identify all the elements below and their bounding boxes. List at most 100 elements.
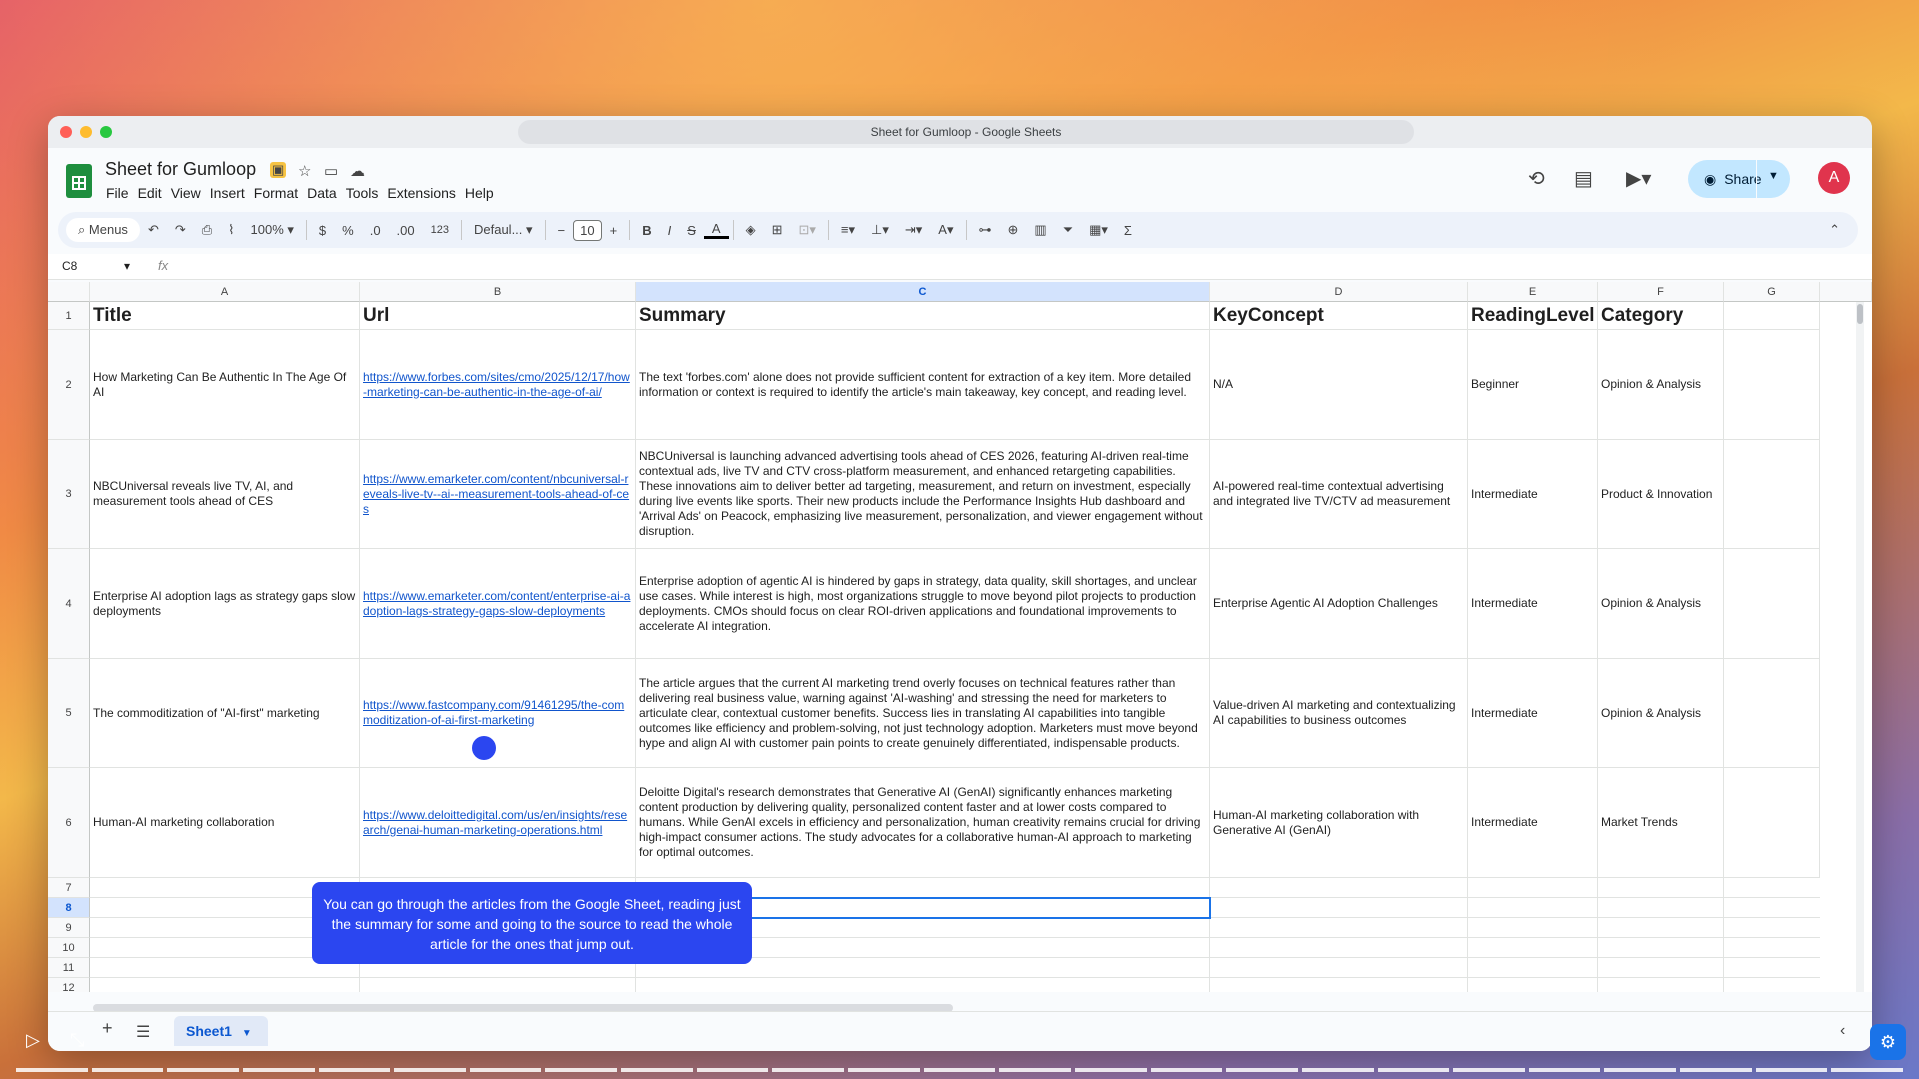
close-window-button[interactable]: [60, 126, 72, 138]
column-header-b[interactable]: B: [360, 282, 636, 302]
cell-readinglevel[interactable]: Beginner: [1468, 330, 1598, 440]
row-header[interactable]: 6: [48, 768, 90, 878]
cell-title[interactable]: NBCUniversal reveals live TV, AI, and me…: [90, 440, 360, 549]
header-cell-url[interactable]: Url: [360, 302, 636, 330]
header-cell-summary[interactable]: Summary: [636, 302, 1210, 330]
column-header-a[interactable]: A: [90, 282, 360, 302]
comments-icon[interactable]: ▤: [1574, 166, 1593, 191]
avatar[interactable]: A: [1818, 162, 1850, 194]
maximize-window-button[interactable]: [100, 126, 112, 138]
header-cell-keyconcept[interactable]: KeyConcept: [1210, 302, 1468, 330]
all-sheets-icon[interactable]: ☰: [136, 1022, 150, 1042]
cell[interactable]: [1724, 549, 1820, 659]
font-select[interactable]: Defaul... ▾: [466, 222, 541, 238]
cell-keyconcept[interactable]: N/A: [1210, 330, 1468, 440]
settings-corner-icon[interactable]: ⚙: [1870, 1024, 1906, 1060]
cell-url[interactable]: https://www.deloittedigital.com/us/en/in…: [360, 768, 636, 878]
cell-url[interactable]: https://www.fastcompany.com/91461295/the…: [360, 659, 636, 768]
print-icon[interactable]: ⎙: [194, 222, 220, 238]
url-link[interactable]: https://www.deloittedigital.com/us/en/in…: [363, 808, 632, 838]
cell[interactable]: [1724, 330, 1820, 440]
cell-readinglevel[interactable]: Intermediate: [1468, 768, 1598, 878]
document-title[interactable]: Sheet for Gumloop: [105, 159, 256, 180]
filter-views-icon[interactable]: ▦▾: [1081, 222, 1116, 238]
italic-icon[interactable]: I: [660, 223, 680, 238]
column-header-c[interactable]: C: [636, 282, 1210, 302]
cell-category[interactable]: Opinion & Analysis: [1598, 549, 1724, 659]
cell-readinglevel[interactable]: Intermediate: [1468, 549, 1598, 659]
column-header-f[interactable]: F: [1598, 282, 1724, 302]
functions-icon[interactable]: Σ: [1116, 223, 1140, 238]
insert-chart-icon[interactable]: ▥: [1026, 222, 1054, 238]
cell[interactable]: [1724, 302, 1820, 330]
gumloop-extension-icon[interactable]: ▣: [270, 162, 287, 178]
cell-title[interactable]: How Marketing Can Be Authentic In The Ag…: [90, 330, 360, 440]
row-header[interactable]: 2: [48, 330, 90, 440]
sheets-logo-icon[interactable]: [66, 164, 92, 198]
vertical-scrollbar[interactable]: [1856, 302, 1864, 992]
column-header-e[interactable]: E: [1468, 282, 1598, 302]
increase-font-size-icon[interactable]: +: [602, 223, 626, 238]
strikethrough-icon[interactable]: S: [679, 223, 704, 238]
cell-keyconcept[interactable]: Enterprise Agentic AI Adoption Challenge…: [1210, 549, 1468, 659]
menu-extensions[interactable]: Extensions: [387, 185, 462, 201]
merge-cells-icon[interactable]: ⊡▾: [790, 222, 823, 238]
collapse-toolbar-icon[interactable]: ⌃: [1821, 222, 1848, 238]
cloud-status-icon[interactable]: ☁: [350, 162, 365, 180]
name-box[interactable]: C8 ▾: [62, 259, 130, 273]
borders-icon[interactable]: ⊞: [764, 222, 791, 238]
row-header[interactable]: 7: [48, 878, 90, 898]
cell-readinglevel[interactable]: Intermediate: [1468, 659, 1598, 768]
meet-video-icon[interactable]: ▶▾: [1626, 166, 1651, 191]
menu-edit[interactable]: Edit: [138, 185, 169, 201]
text-wrap-icon[interactable]: ⇥▾: [897, 222, 930, 238]
row-header[interactable]: 1: [48, 302, 90, 330]
progress-segments[interactable]: [0, 1068, 1919, 1072]
menu-tools[interactable]: Tools: [346, 185, 386, 201]
column-header-g[interactable]: G: [1724, 282, 1820, 302]
url-link[interactable]: https://www.forbes.com/sites/cmo/2025/12…: [363, 370, 632, 400]
url-link[interactable]: https://www.emarketer.com/content/nbcuni…: [363, 472, 632, 517]
row-header[interactable]: 8: [48, 898, 90, 918]
header-cell-title[interactable]: Title: [90, 302, 360, 330]
cell-category[interactable]: Opinion & Analysis: [1598, 659, 1724, 768]
row-header[interactable]: 10: [48, 938, 90, 958]
zoom-select[interactable]: 100% ▾: [243, 222, 302, 238]
menu-view[interactable]: View: [171, 185, 208, 201]
sheet-tab-sheet1[interactable]: Sheet1 ▼: [174, 1016, 268, 1046]
menu-insert[interactable]: Insert: [210, 185, 252, 201]
add-sheet-icon[interactable]: +: [102, 1018, 113, 1039]
horizontal-align-icon[interactable]: ≡▾: [833, 222, 863, 238]
select-all-corner[interactable]: [48, 282, 90, 302]
share-button[interactable]: ◉ Share ▼: [1688, 160, 1790, 198]
text-color-icon[interactable]: A: [703, 221, 729, 239]
minimize-window-button[interactable]: [80, 126, 92, 138]
menu-format[interactable]: Format: [254, 185, 305, 201]
text-rotation-icon[interactable]: A▾: [930, 222, 961, 238]
font-size-input[interactable]: 10: [573, 219, 602, 241]
paint-format-icon[interactable]: ⌇: [220, 222, 242, 238]
row-header[interactable]: 5: [48, 659, 90, 768]
menu-search[interactable]: ⌕ Menus: [66, 218, 140, 242]
cell-keyconcept[interactable]: AI-powered real-time contextual advertis…: [1210, 440, 1468, 549]
row-header[interactable]: 3: [48, 440, 90, 549]
cell-url[interactable]: https://www.emarketer.com/content/nbcuni…: [360, 440, 636, 549]
cell-summary[interactable]: The text 'forbes.com' alone does not pro…: [636, 330, 1210, 440]
cell-title[interactable]: Human-AI marketing collaboration: [90, 768, 360, 878]
undo-icon[interactable]: ↶: [140, 222, 167, 238]
cell-url[interactable]: https://www.forbes.com/sites/cmo/2025/12…: [360, 330, 636, 440]
cell-summary[interactable]: NBCUniversal is launching advanced adver…: [636, 440, 1210, 549]
column-header-d[interactable]: D: [1210, 282, 1468, 302]
row-header[interactable]: 11: [48, 958, 90, 978]
menu-data[interactable]: Data: [307, 185, 344, 201]
insert-link-icon[interactable]: ⊶: [971, 222, 1000, 238]
star-icon[interactable]: ☆: [298, 162, 311, 180]
menu-help[interactable]: Help: [465, 185, 501, 201]
bold-icon[interactable]: B: [634, 223, 659, 238]
cell-title[interactable]: The commoditization of "AI-first" market…: [90, 659, 360, 768]
menu-file[interactable]: File: [106, 185, 136, 201]
row-header[interactable]: 9: [48, 918, 90, 938]
cell-category[interactable]: Opinion & Analysis: [1598, 330, 1724, 440]
cell-category[interactable]: Product & Innovation: [1598, 440, 1724, 549]
cell[interactable]: [1724, 440, 1820, 549]
